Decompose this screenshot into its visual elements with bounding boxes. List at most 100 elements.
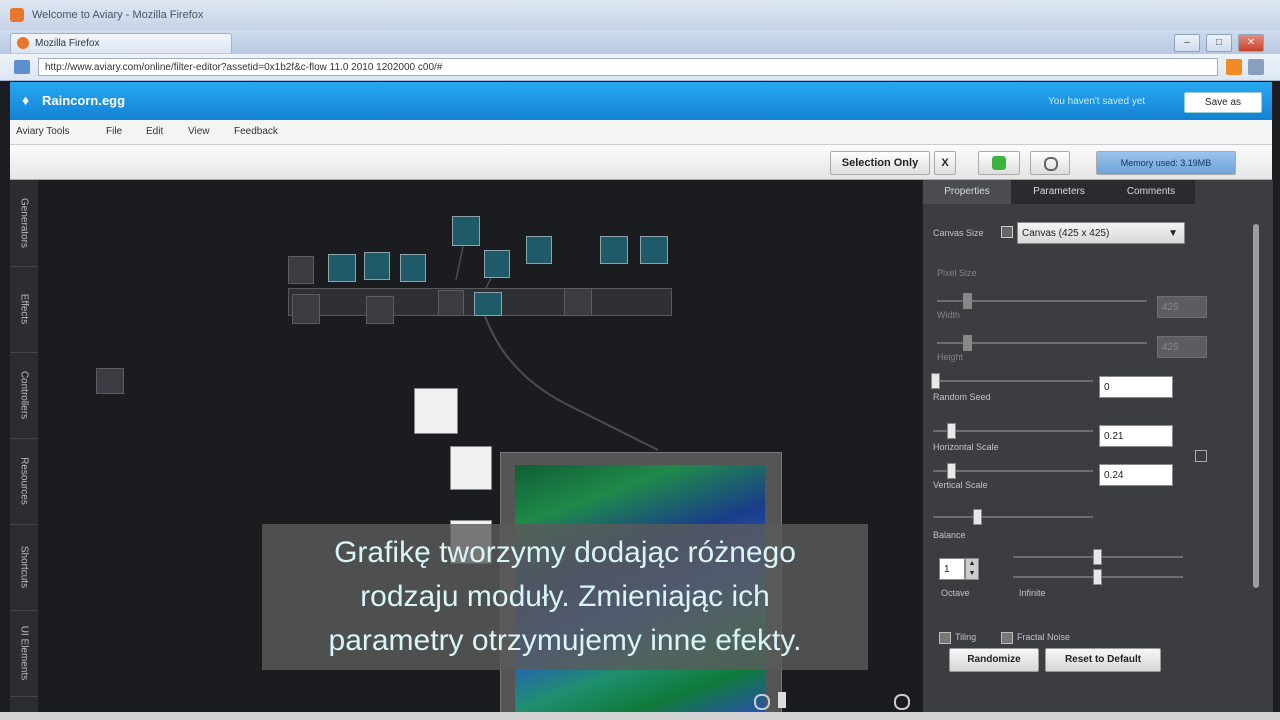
width-input[interactable]: 425 — [1157, 296, 1207, 318]
tab-shortcuts[interactable]: Shortcuts — [10, 524, 38, 611]
random-seed-slider[interactable] — [933, 380, 1093, 382]
aviary-logo-icon: ♦ — [22, 92, 30, 108]
infinite-label: Infinite — [1019, 588, 1046, 598]
module-node[interactable] — [474, 292, 502, 316]
balance-slider[interactable] — [933, 516, 1093, 518]
module-node[interactable] — [438, 290, 464, 316]
module-node[interactable] — [328, 254, 356, 282]
v-scale-input[interactable]: 0.24 — [1099, 464, 1173, 486]
menu-bar: Aviary Tools File Edit View Feedback — [10, 120, 1272, 145]
module-node[interactable] — [96, 368, 124, 394]
module-node[interactable] — [366, 296, 394, 324]
module-node[interactable] — [526, 236, 552, 264]
browser-statusbar — [0, 712, 1280, 720]
caption-line-2: rodzaju moduły. Zmieniając ich — [360, 580, 770, 613]
module-node[interactable] — [484, 250, 510, 278]
randomize-button[interactable]: Randomize — [949, 648, 1039, 672]
canvas-size-select[interactable]: Canvas (425 x 425) ▼ — [1017, 222, 1185, 244]
zoom-out-icon[interactable] — [754, 694, 770, 710]
h-scale-label: Horizontal Scale — [933, 442, 999, 452]
save-as-button[interactable]: Save as — [1184, 92, 1262, 113]
h-scale-knob[interactable] — [947, 423, 956, 439]
tab-properties[interactable]: Properties — [923, 180, 1011, 204]
tab-ui-elements[interactable]: UI Elements — [10, 610, 38, 697]
image-node[interactable] — [450, 446, 492, 490]
rss-icon[interactable] — [1226, 59, 1242, 75]
v-scale-label: Vertical Scale — [933, 480, 988, 490]
tab-comments[interactable]: Comments — [1107, 180, 1195, 204]
panel-scrollbar[interactable] — [1253, 224, 1259, 588]
editor-toolbar: Selection Only X Memory used: 3.19MB — [10, 145, 1272, 180]
url-input[interactable]: http://www.aviary.com/online/filter-edit… — [38, 58, 1218, 76]
menu-aviary-tools[interactable]: Aviary Tools — [16, 126, 70, 137]
menu-view[interactable]: View — [188, 126, 210, 137]
tab-generators[interactable]: Generators — [10, 180, 38, 267]
bookmark-icon[interactable] — [1248, 59, 1264, 75]
tab-effects[interactable]: Effects — [10, 266, 38, 353]
window-title: Welcome to Aviary - Mozilla Firefox — [32, 9, 204, 21]
octave-knob-2[interactable] — [1093, 569, 1102, 585]
file-title: Raincorn.egg — [42, 93, 126, 108]
minimize-button[interactable]: – — [1174, 34, 1200, 52]
random-seed-label: Random Seed — [933, 392, 991, 402]
tab-controllers[interactable]: Controllers — [10, 352, 38, 439]
module-node[interactable] — [292, 294, 320, 324]
caption-line-3: parametry otrzymujemy inne efekty. — [328, 624, 802, 657]
zoom-button[interactable] — [1030, 151, 1070, 175]
module-node[interactable] — [600, 236, 628, 264]
fractal-noise-checkbox[interactable] — [1001, 632, 1013, 644]
delete-button[interactable]: X — [934, 151, 956, 175]
menu-feedback[interactable]: Feedback — [234, 126, 278, 137]
height-input[interactable]: 425 — [1157, 336, 1207, 358]
h-scale-input[interactable]: 0.21 — [1099, 425, 1173, 447]
close-button[interactable]: ✕ — [1238, 34, 1264, 52]
module-node[interactable] — [288, 256, 314, 284]
octave-input[interactable]: 1 — [939, 558, 965, 580]
site-identity-icon[interactable] — [14, 60, 30, 74]
module-categories: Generators Effects Controllers Resources… — [10, 180, 39, 712]
browser-tab-label: Mozilla Firefox — [35, 38, 100, 49]
browser-tab[interactable]: Mozilla Firefox — [10, 33, 232, 53]
zoom-in-icon[interactable] — [894, 694, 910, 710]
module-node[interactable] — [640, 236, 668, 264]
selection-only-button[interactable]: Selection Only — [830, 151, 930, 175]
module-node[interactable] — [364, 252, 390, 280]
menu-file[interactable]: File — [106, 126, 122, 137]
reset-to-default-button[interactable]: Reset to Default — [1045, 648, 1161, 672]
tab-parameters[interactable]: Parameters — [1011, 180, 1107, 204]
h-scale-slider[interactable] — [933, 430, 1093, 432]
dropdown-arrow-icon: ▼ — [1168, 228, 1178, 239]
app-header: ♦ Raincorn.egg You haven't saved yet Sav… — [10, 82, 1272, 120]
tiling-checkbox[interactable] — [939, 632, 951, 644]
v-scale-knob[interactable] — [947, 463, 956, 479]
pixel-size-label: Pixel Size — [937, 268, 977, 278]
play-icon — [992, 156, 1006, 170]
image-node[interactable] — [414, 388, 458, 434]
zoom-slider-knob[interactable] — [778, 692, 786, 708]
canvas-size-label: Canvas Size — [933, 228, 984, 238]
browser-tabbar: Mozilla Firefox — [0, 30, 1280, 54]
link-scale-icon[interactable] — [1195, 450, 1207, 462]
random-seed-knob[interactable] — [931, 373, 940, 389]
height-slider-knob[interactable] — [963, 335, 972, 351]
octave-knob-1[interactable] — [1093, 549, 1102, 565]
height-label: Height — [937, 352, 964, 362]
magnifier-icon — [1044, 157, 1058, 171]
v-scale-slider[interactable] — [933, 470, 1093, 472]
memory-indicator: Memory used: 3.19MB — [1096, 151, 1236, 175]
maximize-button[interactable]: □ — [1206, 34, 1232, 52]
tiling-label: Tiling — [955, 632, 977, 642]
tab-resources[interactable]: Resources — [10, 438, 38, 525]
firefox-icon — [10, 8, 24, 22]
balance-knob[interactable] — [973, 509, 982, 525]
width-slider-knob[interactable] — [963, 293, 972, 309]
module-node[interactable] — [400, 254, 426, 282]
render-button[interactable] — [978, 151, 1020, 175]
menu-edit[interactable]: Edit — [146, 126, 163, 137]
random-seed-input[interactable]: 0 — [1099, 376, 1173, 398]
module-node[interactable] — [452, 216, 480, 246]
canvas-size-checkbox[interactable] — [1001, 226, 1013, 238]
octave-stepper[interactable]: ▲ ▼ — [965, 558, 979, 580]
window-titlebar: Welcome to Aviary - Mozilla Firefox — [0, 0, 1280, 31]
module-node[interactable] — [564, 288, 592, 316]
